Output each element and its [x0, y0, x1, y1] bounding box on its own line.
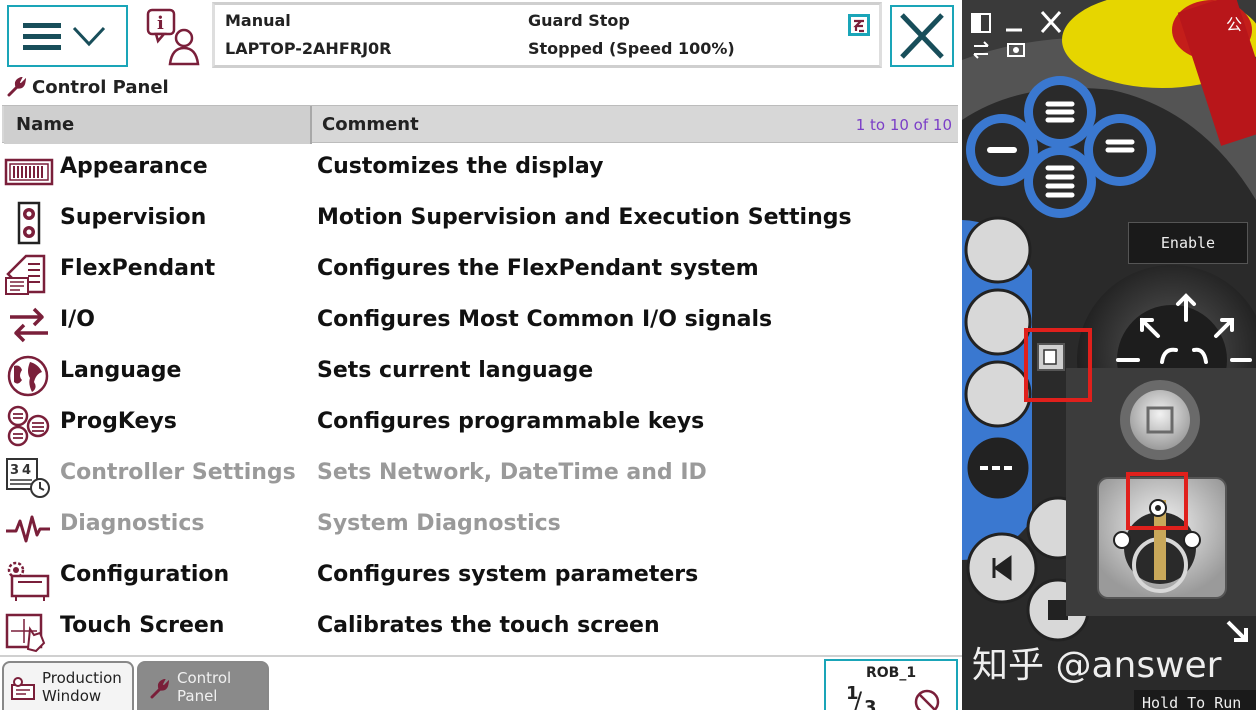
taskbar: Production Window Control Panel ROB_1 1 / … — [0, 655, 962, 710]
svg-text:i: i — [157, 13, 164, 34]
list-item-language[interactable]: Language Sets current language — [0, 349, 960, 400]
close-icon — [900, 13, 944, 59]
list-item-appearance[interactable]: Appearance Customizes the display — [0, 145, 960, 196]
hamburger-icon — [23, 22, 61, 50]
screenshot-root: i Manual LAPTOP-2AHFRJ0R Guard Stop Stop… — [0, 0, 1256, 710]
pendant-illustration: Hold To Run 公 — [962, 0, 1256, 710]
column-header-name[interactable]: Name — [4, 106, 312, 144]
column-header-comment[interactable]: Comment — [322, 114, 419, 135]
hold-to-run-label: Hold To Run — [1142, 694, 1241, 710]
list-item-io[interactable]: I/O Configures Most Common I/O signals — [0, 298, 960, 349]
item-count: 1 to 10 of 10 — [855, 116, 952, 134]
list-item-configuration[interactable]: Configuration Configures system paramete… — [0, 553, 960, 604]
wrench-icon — [150, 679, 169, 699]
mechanical-unit-label: ROB_1 — [866, 665, 917, 681]
status-bar[interactable]: Manual LAPTOP-2AHFRJ0R Guard Stop Stoppe… — [212, 2, 882, 68]
list-item-supervision[interactable]: Supervision Motion Supervision and Execu… — [0, 196, 960, 247]
wrench-icon — [7, 77, 26, 97]
enable-label: Enable — [1128, 222, 1248, 264]
pendant-hardware-view: Hold To Run 公 — [962, 0, 1256, 710]
io-icon — [10, 307, 48, 343]
close-button[interactable] — [890, 5, 954, 67]
watermark-text: 知乎 @answer — [972, 645, 1222, 686]
configuration-icon — [7, 561, 50, 601]
table-header: Name Comment 1 to 10 of 10 — [2, 105, 958, 144]
task-production-window[interactable]: Production Window — [2, 661, 134, 710]
production-window-icon — [11, 677, 35, 700]
flexpendant-icon — [5, 254, 46, 295]
page-title-text: Control Panel — [32, 76, 169, 98]
supervision-icon — [17, 201, 41, 245]
page-title: Control Panel — [6, 74, 169, 100]
top-bar: i Manual LAPTOP-2AHFRJ0R Guard Stop Stop… — [0, 0, 962, 72]
controller-name: LAPTOP-2AHFRJ0R — [225, 39, 392, 58]
diagnostics-icon — [6, 515, 50, 543]
run-state: Stopped (Speed 100%) — [528, 39, 735, 58]
corner-text: 公 — [1226, 15, 1242, 34]
flexpendant-screen: i Manual LAPTOP-2AHFRJ0R Guard Stop Stop… — [0, 0, 962, 710]
controller-settings-icon: 3 4 — [6, 458, 50, 498]
touch-screen-icon — [5, 613, 46, 653]
fraction-denominator: 3 — [864, 697, 877, 710]
quickset-button[interactable]: ROB_1 1 / 3 — [824, 659, 958, 710]
operating-mode: Manual — [225, 11, 291, 30]
progkeys-icon — [7, 405, 50, 447]
list-item-diagnostics[interactable]: Diagnostics System Diagnostics — [0, 502, 960, 553]
list-item-controller-settings[interactable]: 3 4 Controller Settings Sets Network, Da… — [0, 451, 960, 502]
robot-status-icon — [848, 14, 870, 36]
list-item-progkeys[interactable]: ProgKeys Configures programmable keys — [0, 400, 960, 451]
list-item-touch-screen[interactable]: Touch Screen Calibrates the touch screen — [0, 604, 960, 655]
appearance-icon — [4, 158, 54, 186]
svg-text:3: 3 — [10, 463, 19, 478]
list-item-flexpendant[interactable]: FlexPendant Configures the FlexPendant s… — [0, 247, 960, 298]
event-log-icon[interactable]: i — [144, 8, 204, 66]
safety-state: Guard Stop — [528, 11, 630, 30]
speed-icon — [914, 689, 940, 710]
chevron-down-icon — [72, 26, 106, 47]
control-panel-list: Appearance Customizes the display Superv… — [0, 145, 962, 653]
svg-text:4: 4 — [22, 463, 31, 478]
globe-icon — [7, 355, 49, 397]
abb-menu-button[interactable] — [7, 5, 128, 67]
task-control-panel[interactable]: Control Panel — [137, 661, 269, 710]
